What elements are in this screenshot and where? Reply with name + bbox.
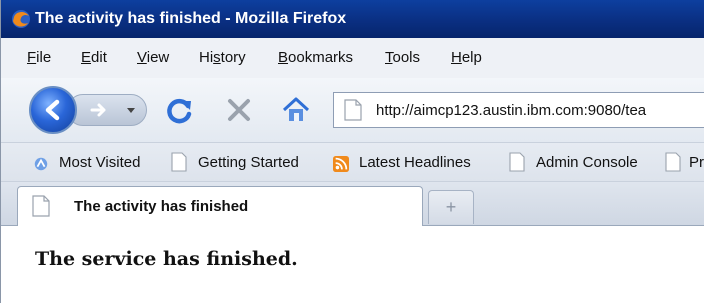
menu-history-accesskey: s bbox=[213, 49, 221, 66]
home-icon[interactable] bbox=[281, 96, 311, 124]
tab-title: The activity has finished bbox=[74, 198, 249, 215]
plus-icon: + bbox=[445, 197, 457, 217]
menu-view[interactable]: View bbox=[137, 49, 169, 66]
url-bar[interactable]: http://aimcp123.austin.ibm.com:9080/tea bbox=[333, 92, 704, 128]
menu-tools-label: ools bbox=[392, 49, 421, 66]
menu-history-prefix: Hi bbox=[199, 49, 214, 66]
bookmark-truncated[interactable]: Pr bbox=[689, 154, 704, 171]
menu-help-accesskey: H bbox=[451, 49, 462, 66]
menu-bookmarks-accesskey: B bbox=[278, 49, 289, 66]
reload-icon[interactable] bbox=[166, 97, 194, 125]
menu-help[interactable]: Help bbox=[451, 49, 482, 66]
back-button[interactable] bbox=[29, 86, 77, 134]
firefox-icon bbox=[12, 10, 30, 28]
menu-bookmarks[interactable]: Bookmarks bbox=[278, 49, 353, 66]
menu-history-label: tory bbox=[220, 49, 246, 66]
menu-tools[interactable]: Tools bbox=[385, 49, 420, 66]
page-icon bbox=[665, 152, 681, 172]
bookmark-latest-headlines[interactable]: Latest Headlines bbox=[359, 154, 471, 171]
menu-bar: File Edit View History Bookmarks Tools H… bbox=[1, 38, 704, 79]
new-tab-button[interactable]: + bbox=[428, 190, 474, 224]
window-title: The activity has finished - Mozilla Fire… bbox=[35, 10, 347, 27]
page-content: The service has finished. bbox=[1, 226, 704, 303]
menu-edit-label: dit bbox=[91, 49, 107, 66]
menu-bookmarks-label: ookmarks bbox=[288, 49, 354, 66]
history-dropdown-icon[interactable] bbox=[126, 107, 136, 115]
menu-view-accesskey: V bbox=[137, 49, 147, 66]
back-icon bbox=[45, 99, 60, 121]
menu-help-label: elp bbox=[461, 49, 482, 66]
menu-history[interactable]: History bbox=[199, 49, 246, 66]
rss-icon bbox=[333, 156, 349, 172]
most-visited-icon bbox=[34, 157, 48, 171]
title-bar: The activity has finished - Mozilla Fire… bbox=[1, 0, 704, 38]
bookmark-most-visited[interactable]: Most Visited bbox=[59, 154, 140, 171]
page-message: The service has finished. bbox=[35, 248, 298, 270]
url-text: http://aimcp123.austin.ibm.com:9080/tea bbox=[376, 102, 647, 119]
navigation-toolbar: http://aimcp123.austin.ibm.com:9080/tea bbox=[1, 78, 704, 142]
menu-file[interactable]: File bbox=[27, 49, 51, 66]
stop-icon[interactable] bbox=[226, 97, 252, 123]
page-icon bbox=[344, 99, 362, 121]
menu-tools-accesskey: T bbox=[385, 49, 393, 66]
page-icon bbox=[509, 152, 525, 172]
bookmark-getting-started[interactable]: Getting Started bbox=[198, 154, 299, 171]
forward-icon bbox=[90, 103, 106, 117]
bookmarks-toolbar: Most Visited Getting Started Latest Head… bbox=[1, 142, 704, 182]
page-icon bbox=[32, 195, 50, 217]
tab-active[interactable]: The activity has finished bbox=[17, 186, 423, 226]
page-icon bbox=[171, 152, 187, 172]
tab-strip: The activity has finished + bbox=[1, 182, 704, 226]
forward-button[interactable] bbox=[67, 94, 147, 126]
bookmark-admin-console[interactable]: Admin Console bbox=[536, 154, 638, 171]
menu-edit-accesskey: E bbox=[81, 49, 92, 66]
menu-view-label: iew bbox=[146, 49, 170, 66]
menu-file-accesskey: F bbox=[27, 49, 37, 66]
browser-window: The activity has finished - Mozilla Fire… bbox=[0, 0, 704, 303]
menu-file-label: ile bbox=[36, 49, 52, 66]
menu-edit[interactable]: Edit bbox=[81, 49, 107, 66]
